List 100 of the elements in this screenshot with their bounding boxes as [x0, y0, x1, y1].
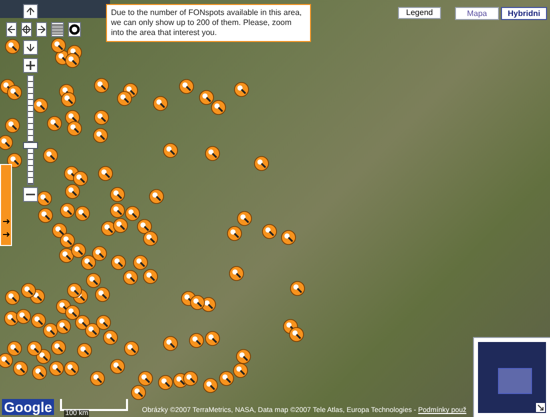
map-marker-icon[interactable]: [163, 336, 178, 351]
map-type-tab[interactable]: Mapa: [455, 7, 499, 20]
map-marker-icon[interactable]: [16, 309, 31, 324]
map-marker-icon[interactable]: [153, 96, 168, 111]
map-marker-icon[interactable]: [21, 283, 36, 298]
map-marker-icon[interactable]: [149, 189, 164, 204]
map-marker-icon[interactable]: [93, 128, 108, 143]
map-marker-icon[interactable]: [98, 166, 113, 181]
map-marker-icon[interactable]: [234, 82, 249, 97]
map-marker-icon[interactable]: [37, 191, 52, 206]
map-marker-icon[interactable]: [237, 211, 252, 226]
map-marker-icon[interactable]: [7, 85, 22, 100]
map-marker-icon[interactable]: [203, 378, 218, 393]
map-marker-icon[interactable]: [71, 243, 86, 258]
map-marker-icon[interactable]: [227, 226, 242, 241]
map-marker-icon[interactable]: [67, 121, 82, 136]
map-marker-icon[interactable]: [5, 39, 20, 54]
zoom-in-button[interactable]: [23, 58, 38, 73]
map-marker-icon[interactable]: [49, 361, 64, 376]
map-marker-icon[interactable]: [31, 313, 46, 328]
map-marker-icon[interactable]: [65, 53, 80, 68]
map-marker-icon[interactable]: [5, 290, 20, 305]
side-panel-tab[interactable]: [0, 164, 12, 246]
pan-down-button[interactable]: [23, 40, 38, 55]
map-marker-icon[interactable]: [281, 230, 296, 245]
map-marker-icon[interactable]: [199, 90, 214, 105]
legend-button[interactable]: Legend: [398, 7, 441, 19]
map-marker-icon[interactable]: [110, 203, 125, 218]
map-marker-icon[interactable]: [75, 206, 90, 221]
map-marker-icon[interactable]: [205, 331, 220, 346]
map-marker-icon[interactable]: [137, 219, 152, 234]
map-marker-icon[interactable]: [94, 78, 109, 93]
map-marker-icon[interactable]: [219, 371, 234, 386]
map-marker-icon[interactable]: [138, 371, 153, 386]
map-marker-icon[interactable]: [189, 333, 204, 348]
map-marker-icon[interactable]: [117, 91, 132, 106]
map-marker-icon[interactable]: [65, 305, 80, 320]
map-marker-icon[interactable]: [110, 359, 125, 374]
map-marker-icon[interactable]: [0, 353, 13, 368]
map-marker-icon[interactable]: [60, 203, 75, 218]
map-marker-icon[interactable]: [123, 270, 138, 285]
map-marker-icon[interactable]: [236, 349, 251, 364]
map-marker-icon[interactable]: [205, 146, 220, 161]
map-marker-icon[interactable]: [158, 375, 173, 390]
map-marker-icon[interactable]: [290, 281, 305, 296]
pan-right-button[interactable]: [36, 22, 47, 37]
map-marker-icon[interactable]: [163, 143, 178, 158]
map-marker-icon[interactable]: [73, 171, 88, 186]
map-marker-icon[interactable]: [85, 323, 100, 338]
map-marker-icon[interactable]: [65, 184, 80, 199]
resize-arrow-icon[interactable]: [536, 403, 545, 412]
map-marker-icon[interactable]: [262, 224, 277, 239]
map-marker-icon[interactable]: [56, 319, 71, 334]
map-marker-icon[interactable]: [113, 218, 128, 233]
map-marker-icon[interactable]: [92, 246, 107, 261]
center-button[interactable]: [21, 22, 32, 37]
map-marker-icon[interactable]: [32, 365, 47, 380]
map-marker-icon[interactable]: [60, 233, 75, 248]
map-marker-icon[interactable]: [103, 330, 118, 345]
map-marker-icon[interactable]: [143, 269, 158, 284]
pan-up-button[interactable]: [23, 4, 38, 19]
map-marker-icon[interactable]: [254, 156, 269, 171]
zoom-slider-thumb[interactable]: [23, 142, 38, 150]
map-marker-icon[interactable]: [51, 340, 66, 355]
map-marker-icon[interactable]: [289, 327, 304, 342]
target-button[interactable]: [68, 22, 81, 37]
map-marker-icon[interactable]: [38, 208, 53, 223]
map-marker-icon[interactable]: [211, 100, 226, 115]
map-type-tab[interactable]: Hybridni: [501, 7, 547, 20]
map-marker-icon[interactable]: [77, 343, 92, 358]
map-marker-icon[interactable]: [51, 38, 66, 53]
map-marker-icon[interactable]: [61, 92, 76, 107]
map-marker-icon[interactable]: [0, 135, 13, 150]
map-marker-icon[interactable]: [27, 341, 42, 356]
map-marker-icon[interactable]: [131, 385, 146, 400]
map-marker-icon[interactable]: [190, 295, 205, 310]
map-marker-icon[interactable]: [183, 371, 198, 386]
map-marker-icon[interactable]: [90, 371, 105, 386]
map-marker-icon[interactable]: [64, 361, 79, 376]
map-marker-icon[interactable]: [94, 110, 109, 125]
map-marker-icon[interactable]: [43, 323, 58, 338]
map-marker-icon[interactable]: [47, 116, 62, 131]
map-marker-icon[interactable]: [124, 341, 139, 356]
map-marker-icon[interactable]: [96, 315, 111, 330]
map-marker-icon[interactable]: [133, 255, 148, 270]
map-marker-icon[interactable]: [86, 273, 101, 288]
map-marker-icon[interactable]: [67, 283, 82, 298]
map-marker-icon[interactable]: [81, 255, 96, 270]
map-marker-icon[interactable]: [5, 118, 20, 133]
zoom-out-button[interactable]: [23, 187, 38, 202]
map-marker-icon[interactable]: [110, 187, 125, 202]
map-marker-icon[interactable]: [229, 266, 244, 281]
layers-button[interactable]: [51, 22, 64, 37]
map-marker-icon[interactable]: [43, 148, 58, 163]
pan-left-button[interactable]: [6, 22, 17, 37]
map-marker-icon[interactable]: [95, 287, 110, 302]
map-marker-icon[interactable]: [143, 231, 158, 246]
map-marker-icon[interactable]: [125, 206, 140, 221]
map-marker-icon[interactable]: [7, 341, 22, 356]
map-marker-icon[interactable]: [111, 255, 126, 270]
